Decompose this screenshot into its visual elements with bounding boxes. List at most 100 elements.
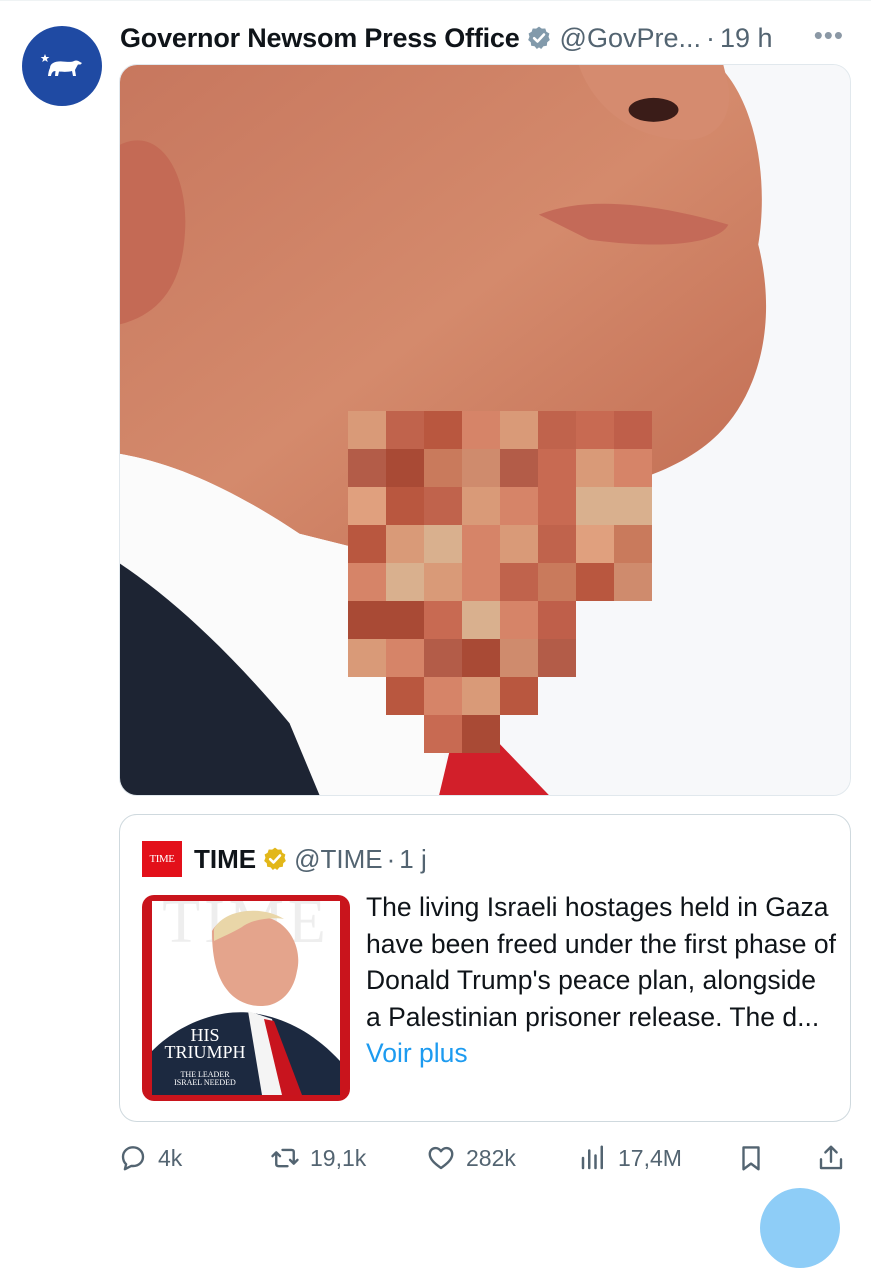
pixel-block	[462, 639, 500, 677]
pixel-block	[538, 411, 576, 449]
more-icon[interactable]: •••	[814, 20, 844, 51]
pixel-block	[386, 487, 424, 525]
quote-text: The living Israeli hostages held in Gaza…	[366, 889, 836, 1072]
pixel-block	[348, 525, 386, 563]
pixel-block	[538, 449, 576, 487]
pixel-block	[500, 487, 538, 525]
quote-time[interactable]: 1 j	[399, 844, 426, 875]
see-more-link[interactable]: Voir plus	[366, 1038, 468, 1068]
pixel-block	[424, 601, 462, 639]
quote-separator-dot: ·	[386, 843, 396, 874]
pixel-block	[462, 563, 500, 601]
pixel-block	[500, 563, 538, 601]
heart-icon	[428, 1146, 454, 1170]
reply-count: 4k	[158, 1144, 183, 1171]
quoted-post[interactable]: TIME TIME @TIME · 1 j TIME HIS TRIUMPH	[119, 814, 851, 1122]
pixel-block	[348, 563, 386, 601]
pixel-block	[500, 525, 538, 563]
top-divider	[0, 0, 871, 1]
reply-button[interactable]: 4k	[118, 1143, 182, 1173]
pixel-block	[386, 449, 424, 487]
quote-header: TIME TIME @TIME · 1 j	[142, 839, 427, 879]
verified-badge-icon	[527, 26, 550, 49]
pixel-block	[348, 601, 386, 639]
repost-count: 19,1k	[310, 1144, 367, 1171]
pixel-block	[348, 639, 386, 677]
gold-verified-icon	[264, 847, 286, 870]
pixel-block	[348, 487, 386, 525]
reply-icon	[121, 1146, 145, 1171]
california-bear-icon	[40, 54, 82, 76]
separator-dot: ·	[706, 22, 715, 53]
bookmark-icon	[742, 1146, 760, 1171]
pixel-block	[424, 677, 462, 715]
quote-handle[interactable]: @TIME	[294, 844, 383, 875]
pixel-block	[386, 677, 424, 715]
repost-button[interactable]: 19,1k	[270, 1143, 366, 1173]
post-time[interactable]: 19 h	[720, 23, 773, 54]
quote-author-name[interactable]: TIME	[194, 844, 256, 875]
pixel-block	[424, 639, 462, 677]
post-header: Governor Newsom Press Office @GovPre... …	[120, 16, 860, 60]
time-logo: TIME	[142, 841, 182, 877]
author-name[interactable]: Governor Newsom Press Office	[120, 23, 520, 54]
pixel-block	[614, 487, 652, 525]
pixel-block	[576, 449, 614, 487]
pixel-block	[462, 715, 500, 753]
pixel-block	[538, 639, 576, 677]
pixel-block	[500, 639, 538, 677]
pixel-block	[576, 487, 614, 525]
pixel-block	[424, 487, 462, 525]
pixel-block	[500, 601, 538, 639]
magazine-cover-image: TIME HIS TRIUMPH THE LEADER ISRAEL NEEDE…	[142, 895, 350, 1101]
pixel-block	[462, 677, 500, 715]
pixel-block	[614, 449, 652, 487]
floating-action-button[interactable]	[760, 1188, 840, 1268]
pixel-block	[614, 525, 652, 563]
pixel-block	[500, 411, 538, 449]
pixel-block	[538, 601, 576, 639]
pixel-block	[348, 449, 386, 487]
pixel-block	[462, 411, 500, 449]
pixel-block	[386, 639, 424, 677]
pixel-block	[462, 601, 500, 639]
pixel-block	[576, 563, 614, 601]
action-bar: 4k 19,1k 282k 17,4M	[118, 1136, 858, 1180]
cover-portrait	[152, 910, 340, 1095]
cover-title: HIS TRIUMPH	[164, 1025, 246, 1062]
pixel-block	[614, 563, 652, 601]
pixel-block	[462, 449, 500, 487]
pixel-block	[462, 487, 500, 525]
views-button[interactable]: 17,4M	[578, 1143, 682, 1173]
pixel-block	[538, 487, 576, 525]
pixel-block	[348, 411, 386, 449]
cover-subtitle: THE LEADER ISRAEL NEEDED	[174, 1070, 236, 1087]
pixel-block	[386, 411, 424, 449]
pixel-block	[576, 411, 614, 449]
pixel-block	[386, 601, 424, 639]
bookmark-button[interactable]	[736, 1143, 776, 1173]
like-count: 282k	[466, 1144, 516, 1171]
views-chart-icon	[581, 1145, 603, 1170]
pixel-block	[386, 563, 424, 601]
repost-icon	[271, 1148, 299, 1168]
author-handle[interactable]: @GovPre...	[560, 23, 701, 54]
pixel-block	[386, 525, 424, 563]
quote-body: The living Israeli hostages held in Gaza…	[366, 892, 836, 1032]
share-icon	[819, 1145, 843, 1170]
pixel-block	[424, 525, 462, 563]
pixel-block	[538, 563, 576, 601]
pixel-block	[538, 525, 576, 563]
like-button[interactable]: 282k	[426, 1143, 516, 1173]
avatar[interactable]	[22, 26, 102, 106]
pixel-block	[576, 525, 614, 563]
pixel-block	[424, 715, 462, 753]
pixel-block	[424, 449, 462, 487]
post-image[interactable]	[119, 64, 851, 796]
share-button[interactable]	[816, 1143, 856, 1173]
pixel-block	[424, 563, 462, 601]
pixel-block	[500, 449, 538, 487]
pixel-block	[614, 411, 652, 449]
pixel-block	[462, 525, 500, 563]
views-count: 17,4M	[618, 1144, 682, 1171]
